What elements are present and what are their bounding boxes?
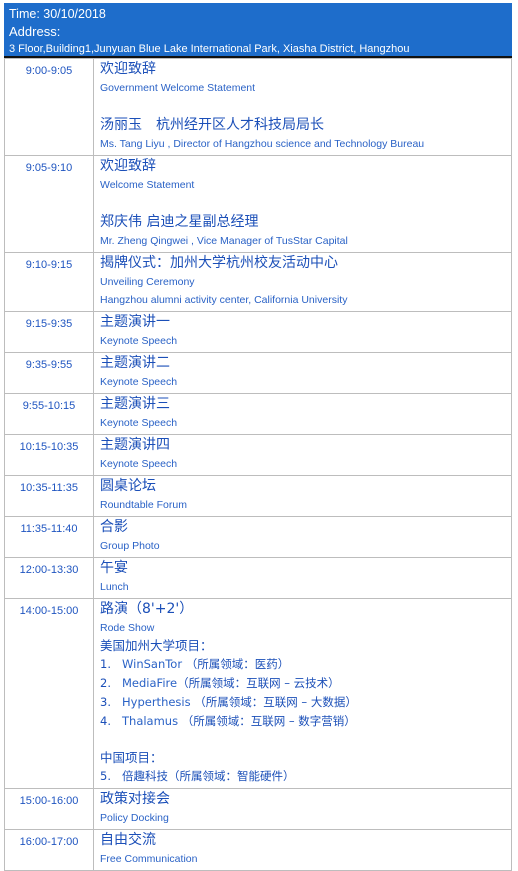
session-title-zh: 主题演讲一 [100,314,170,330]
table-row: 15:00-16:00 政策对接会 Policy Docking [4,788,512,830]
session-title-zh: 政策对接会 [100,791,170,807]
speaker-en: Mr. Zheng Qingwei , Vice Manager of TusS… [100,235,348,247]
session-title-zh: 合影 [100,519,128,535]
table-row: 11:35-11:40 合影 Group Photo [4,516,512,558]
content-cell: 揭牌仪式：加州大学杭州校友活动中心 Unveiling Ceremony Han… [93,252,512,312]
session-title-en: Welcome Statement [100,179,195,191]
project-name: WinSanTor [122,657,183,671]
address-label: Address: [9,24,61,39]
time-cell: 15:00-16:00 [4,788,94,830]
session-title-en: Rode Show [100,622,155,634]
content-cell: 欢迎致辞 Government Welcome Statement 汤丽玉 杭州… [93,58,512,156]
session-title-en: Policy Docking [100,812,169,824]
time-cell: 10:15-10:35 [4,434,94,476]
session-title-en: Lunch [100,581,129,593]
time-cell: 12:00-13:30 [4,557,94,599]
project-item: 5. 倍趣科技（所属领域：智能硬件） [100,769,295,783]
project-name: 倍趣科技 [122,769,168,783]
time-cell: 10:35-11:35 [4,475,94,517]
session-title-zh: 欢迎致辞 [100,61,156,77]
time-cell: 9:00-9:05 [4,58,94,156]
content-cell: 欢迎致辞 Welcome Statement 郑庆伟 启迪之星副总经理 Mr. … [93,155,512,253]
session-title-zh: 主题演讲二 [100,355,170,371]
speaker-zh: 汤丽玉 杭州经开区人才科技局局长 [100,117,324,133]
table-row: 9:10-9:15 揭牌仪式：加州大学杭州校友活动中心 Unveiling Ce… [4,252,512,312]
session-title-en: Free Communication [100,853,198,865]
project-field: （所属领域：互联网 – 云技术） [177,676,340,690]
content-cell: 政策对接会 Policy Docking [93,788,512,830]
session-title-zh: 圆桌论坛 [100,478,156,494]
table-row: 9:15-9:35 主题演讲一 Keynote Speech [4,311,512,353]
session-title-en: Government Welcome Statement [100,82,256,94]
time-cell: 11:35-11:40 [4,516,94,558]
content-cell: 圆桌论坛 Roundtable Forum [93,475,512,517]
session-title-en: Keynote Speech [100,376,178,388]
time-cell: 9:10-9:15 [4,252,94,312]
table-row: 9:55-10:15 主题演讲三 Keynote Speech [4,393,512,435]
event-time: Time: 30/10/2018 [9,7,106,21]
table-row: 14:00-15:00 路演（8'+2'） Rode Show 美国加州大学项目… [4,598,512,789]
project-item: 4. Thalamus （所属领域：互联网 – 数字营销） [100,714,356,728]
project-field: （所属领域：互联网 – 数字营销） [178,714,356,728]
session-title-zh: 主题演讲三 [100,396,170,412]
content-cell: 午宴 Lunch [93,557,512,599]
session-title-en: Keynote Speech [100,417,178,429]
content-cell: 主题演讲四 Keynote Speech [93,434,512,476]
speaker-zh: 郑庆伟 启迪之星副总经理 [100,214,259,230]
project-item: 2. MediaFire（所属领域：互联网 – 云技术） [100,676,340,690]
table-row: 10:15-10:35 主题演讲四 Keynote Speech [4,434,512,476]
project-field: （所属领域：智能硬件） [168,769,295,783]
content-cell: 合影 Group Photo [93,516,512,558]
time-cell: 9:35-9:55 [4,352,94,394]
session-title-en: Roundtable Forum [100,499,187,511]
time-cell: 9:55-10:15 [4,393,94,435]
event-address: 3 Floor,Building1,Junyuan Blue Lake Inte… [9,43,410,55]
project-field: （所属领域：医药） [182,657,290,671]
content-cell: 主题演讲三 Keynote Speech [93,393,512,435]
table-row: 10:35-11:35 圆桌论坛 Roundtable Forum [4,475,512,517]
project-name: MediaFire [122,676,178,690]
project-item: 3. Hyperthesis （所属领域：互联网 – 大数据） [100,695,357,709]
session-title-zh: 午宴 [100,560,128,576]
session-subtitle-en: Hangzhou alumni activity center, Califor… [100,294,348,306]
content-cell: 主题演讲二 Keynote Speech [93,352,512,394]
project-name: Thalamus [122,714,179,728]
time-cell: 9:05-9:10 [4,155,94,253]
table-row: 9:05-9:10 欢迎致辞 Welcome Statement 郑庆伟 启迪之… [4,155,512,253]
event-header: Time: 30/10/2018 Address: 3 Floor,Buildi… [4,3,512,58]
schedule-table: 9:00-9:05 欢迎致辞 Government Welcome Statem… [4,58,512,871]
table-row: 9:35-9:55 主题演讲二 Keynote Speech [4,352,512,394]
project-item: 1. WinSanTor （所属领域：医药） [100,657,290,671]
content-cell: 自由交流 Free Communication [93,829,512,871]
table-row: 9:00-9:05 欢迎致辞 Government Welcome Statem… [4,58,512,156]
session-title-zh: 欢迎致辞 [100,158,156,174]
content-cell: 路演（8'+2'） Rode Show 美国加州大学项目： 1. WinSanTo… [93,598,512,789]
content-cell: 主题演讲一 Keynote Speech [93,311,512,353]
session-title-en: Keynote Speech [100,335,178,347]
session-title-zh: 揭牌仪式：加州大学杭州校友活动中心 [100,255,338,271]
speaker-en: Ms. Tang Liyu , Director of Hangzhou sci… [100,138,425,150]
session-title-zh: 路演（8'+2'） [100,601,194,617]
table-row: 12:00-13:30 午宴 Lunch [4,557,512,599]
project-name: Hyperthesis [122,695,191,709]
session-title-en: Keynote Speech [100,458,178,470]
time-cell: 9:15-9:35 [4,311,94,353]
session-title-en: Unveiling Ceremony [100,276,195,288]
session-title-zh: 主题演讲四 [100,437,170,453]
table-row: 16:00-17:00 自由交流 Free Communication [4,829,512,871]
session-title-zh: 自由交流 [100,832,156,848]
us-projects-heading: 美国加州大学项目： [100,638,213,653]
cn-projects-heading: 中国项目： [100,750,163,765]
time-cell: 16:00-17:00 [4,829,94,871]
session-title-en: Group Photo [100,540,160,552]
time-cell: 14:00-15:00 [4,598,94,789]
project-field: （所属领域：互联网 – 大数据） [190,695,357,709]
